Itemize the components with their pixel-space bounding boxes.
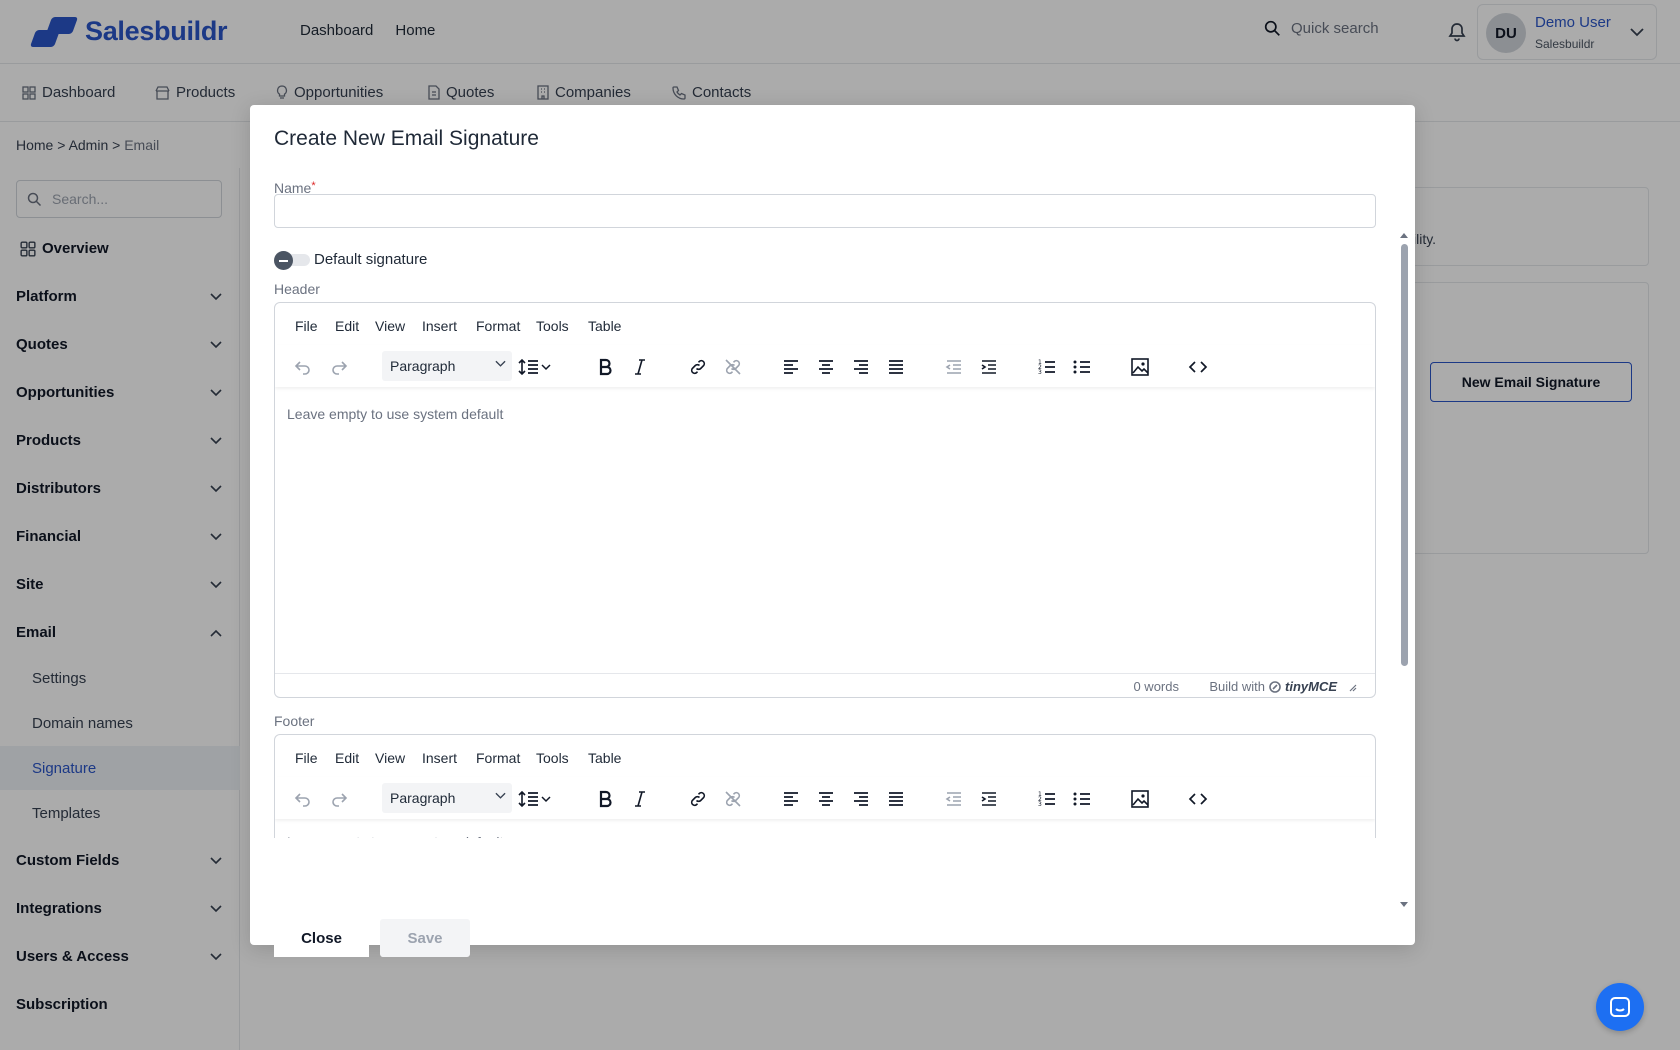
- footer-label: Footer: [274, 713, 315, 729]
- editor-menubar: File Edit View Insert Format Tools Table: [275, 735, 1375, 777]
- align-left-icon[interactable]: [779, 787, 803, 811]
- image-icon[interactable]: [1128, 355, 1152, 379]
- default-signature-label: Default signature: [314, 251, 428, 268]
- menu-view[interactable]: View: [375, 750, 405, 766]
- menu-file[interactable]: File: [295, 318, 318, 334]
- redo-icon[interactable]: [327, 787, 351, 811]
- bold-icon[interactable]: [593, 355, 617, 379]
- close-button[interactable]: Close: [274, 919, 369, 957]
- outdent-icon[interactable]: [942, 355, 966, 379]
- redo-icon[interactable]: [327, 355, 351, 379]
- block-format-select[interactable]: Paragraph: [382, 783, 512, 813]
- editor-toolbar: Paragraph 123: [275, 777, 1375, 819]
- indent-icon[interactable]: [977, 787, 1001, 811]
- menu-format[interactable]: Format: [476, 318, 520, 334]
- block-format-select[interactable]: Paragraph: [382, 351, 512, 381]
- name-input[interactable]: [274, 194, 1376, 228]
- align-center-icon[interactable]: [814, 355, 838, 379]
- default-signature-toggle[interactable]: [274, 251, 311, 270]
- footer-editor-content[interactable]: Leave empty to use system default: [287, 835, 503, 838]
- modal-scrollbar-thumb[interactable]: [1401, 244, 1408, 666]
- source-code-icon[interactable]: [1186, 355, 1210, 379]
- modal-title: Create New Email Signature: [274, 127, 539, 150]
- image-icon[interactable]: [1128, 787, 1152, 811]
- editor-menubar: File Edit View Insert Format Tools Table: [275, 303, 1375, 345]
- numbered-list-icon[interactable]: 123: [1035, 787, 1059, 811]
- unlink-icon[interactable]: [721, 787, 745, 811]
- word-count[interactable]: 0 words: [1133, 679, 1179, 694]
- create-signature-modal: Create New Email Signature Name* Default…: [250, 105, 1415, 957]
- build-with-tinymce[interactable]: Build with tinyMCE: [1209, 679, 1357, 694]
- svg-text:3: 3: [1038, 801, 1042, 808]
- editor-statusbar: 0 words Build with tinyMCE: [275, 673, 1375, 697]
- italic-icon[interactable]: [628, 355, 652, 379]
- menu-insert[interactable]: Insert: [422, 318, 457, 334]
- svg-text:3: 3: [1038, 369, 1042, 376]
- scroll-down-arrow[interactable]: [1400, 902, 1408, 907]
- menu-insert[interactable]: Insert: [422, 750, 457, 766]
- bold-icon[interactable]: [593, 787, 617, 811]
- chevron-down-icon: [495, 360, 506, 367]
- save-button[interactable]: Save: [380, 919, 470, 957]
- line-height-icon[interactable]: [518, 787, 554, 811]
- tinymce-brand: tinyMCE: [1285, 679, 1337, 694]
- indent-icon[interactable]: [977, 355, 1001, 379]
- header-editor-content[interactable]: Leave empty to use system default: [287, 406, 503, 422]
- scroll-up-arrow[interactable]: [1400, 233, 1408, 238]
- editor-toolbar: Paragraph 123: [275, 345, 1375, 387]
- menu-file[interactable]: File: [295, 750, 318, 766]
- menu-edit[interactable]: Edit: [335, 750, 359, 766]
- italic-icon[interactable]: [628, 787, 652, 811]
- undo-icon[interactable]: [291, 355, 315, 379]
- source-code-icon[interactable]: [1186, 787, 1210, 811]
- block-format-value: Paragraph: [390, 790, 456, 806]
- menu-table[interactable]: Table: [588, 750, 621, 766]
- tinymce-logo-icon: [1269, 680, 1281, 693]
- block-format-value: Paragraph: [390, 358, 456, 374]
- link-icon[interactable]: [686, 787, 710, 811]
- menu-tools[interactable]: Tools: [536, 318, 569, 334]
- undo-icon[interactable]: [291, 787, 315, 811]
- bullet-list-icon[interactable]: [1070, 787, 1094, 811]
- outdent-icon[interactable]: [942, 787, 966, 811]
- numbered-list-icon[interactable]: 123: [1035, 355, 1059, 379]
- line-height-icon[interactable]: [518, 355, 554, 379]
- chat-icon: [1610, 997, 1630, 1017]
- menu-tools[interactable]: Tools: [536, 750, 569, 766]
- required-mark: *: [311, 180, 316, 192]
- align-left-icon[interactable]: [779, 355, 803, 379]
- resize-handle-icon[interactable]: [1347, 682, 1357, 692]
- align-right-icon[interactable]: [849, 355, 873, 379]
- header-label: Header: [274, 281, 320, 297]
- bullet-list-icon[interactable]: [1070, 355, 1094, 379]
- chat-launcher-button[interactable]: [1596, 983, 1644, 1031]
- menu-table[interactable]: Table: [588, 318, 621, 334]
- modal-body: Name* Default signature Header File Edit…: [250, 167, 1415, 957]
- menu-format[interactable]: Format: [476, 750, 520, 766]
- link-icon[interactable]: [686, 355, 710, 379]
- menu-view[interactable]: View: [375, 318, 405, 334]
- menu-edit[interactable]: Edit: [335, 318, 359, 334]
- align-center-icon[interactable]: [814, 787, 838, 811]
- unlink-icon[interactable]: [721, 355, 745, 379]
- header-editor: File Edit View Insert Format Tools Table…: [274, 302, 1376, 698]
- align-right-icon[interactable]: [849, 787, 873, 811]
- align-justify-icon[interactable]: [884, 787, 908, 811]
- chevron-down-icon: [495, 792, 506, 799]
- toggle-knob: [274, 251, 293, 270]
- footer-editor: File Edit View Insert Format Tools Table…: [274, 734, 1376, 838]
- align-justify-icon[interactable]: [884, 355, 908, 379]
- build-with-text: Build with: [1209, 679, 1265, 694]
